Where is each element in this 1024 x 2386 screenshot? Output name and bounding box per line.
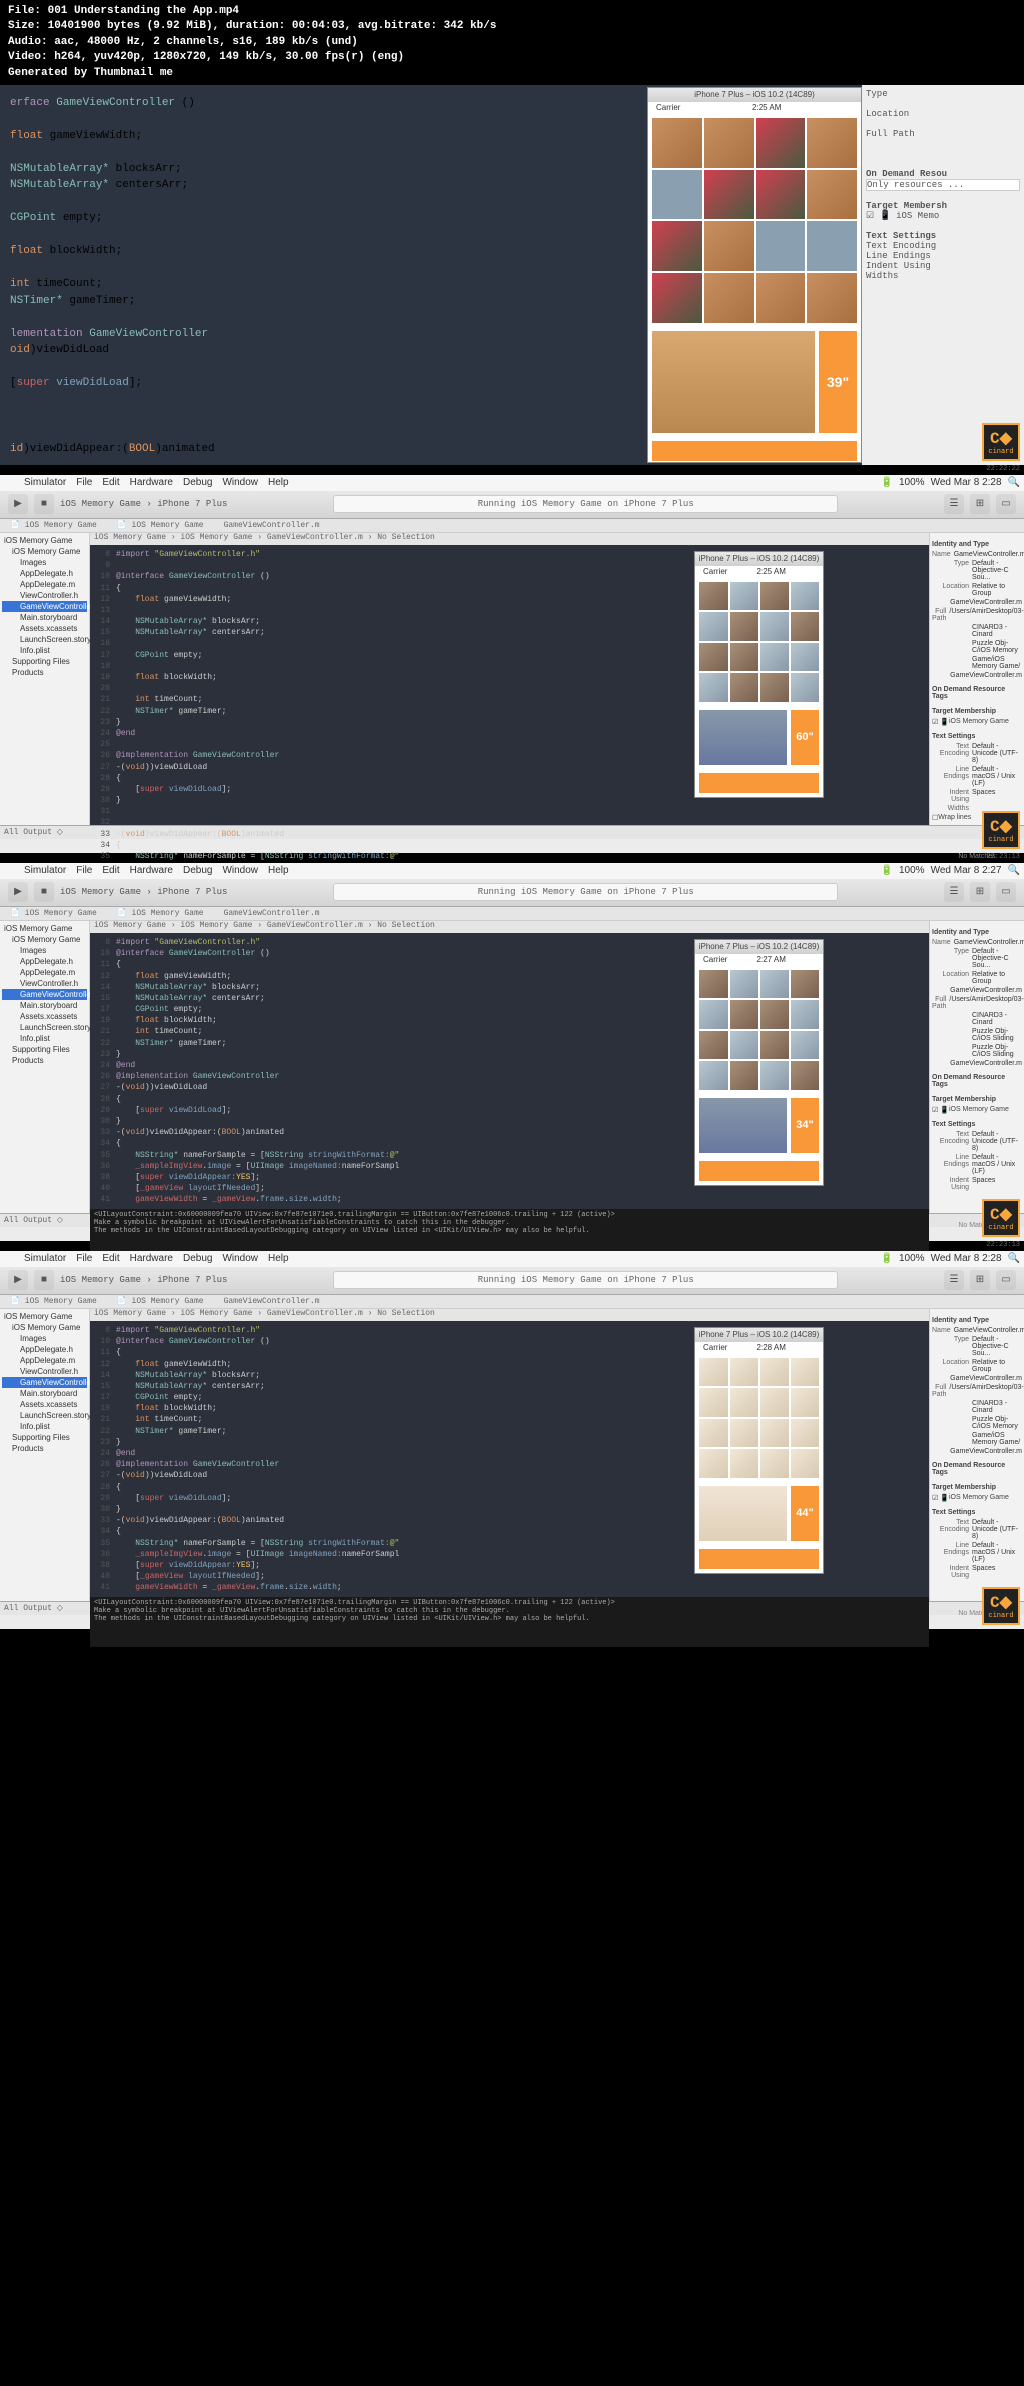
video-line: Video: h264, yuv420p, 1280x720, 149 kb/s… — [8, 50, 1016, 65]
nav-file[interactable]: Info.plist — [2, 645, 87, 656]
nav-folder[interactable]: Supporting Files — [2, 656, 87, 667]
nav-file[interactable]: Main.storyboard — [2, 612, 87, 623]
project-navigator[interactable]: iOS Memory Game iOS Memory Game Images A… — [0, 533, 90, 825]
ios-simulator: iPhone 7 Plus – iOS 10.2 (14C89) Carrier… — [647, 87, 862, 463]
menu-sim[interactable]: Simulator — [24, 477, 66, 488]
nav-project[interactable]: iOS Memory Game — [2, 535, 87, 546]
nav-file[interactable]: Assets.xcassets — [2, 623, 87, 634]
nav-file-selected[interactable]: GameViewController.m — [2, 601, 87, 612]
file-inspector: Identity and Type NameGameViewController… — [929, 533, 1024, 825]
generated-line: Generated by Thumbnail me — [8, 66, 1016, 81]
inspector-panel: Type Location Full Path On Demand Resou … — [862, 85, 1024, 465]
tile[interactable] — [652, 273, 702, 323]
nav-group[interactable]: iOS Memory Game — [2, 546, 87, 557]
puzzle-grid[interactable] — [648, 114, 861, 327]
tab[interactable]: 📄 iOS Memory Game — [107, 519, 214, 532]
nav-file[interactable]: AppDelegate.h — [2, 568, 87, 579]
tab[interactable]: 📄 iOS Memory Game — [0, 519, 107, 532]
cinard-logo: C◆ cinard — [982, 423, 1020, 461]
nav-folder[interactable]: Images — [2, 557, 87, 568]
menu-hardware[interactable]: Hardware — [130, 477, 173, 488]
action-button[interactable] — [652, 441, 857, 461]
tile[interactable] — [704, 221, 754, 271]
thumbnail-4: SimulatorFileEditHardwareDebugWindowHelp… — [0, 1251, 1024, 1629]
editor-path[interactable]: iOS Memory Game › iOS Memory Game › Game… — [90, 533, 929, 545]
search-icon[interactable]: 🔍 — [1008, 477, 1020, 488]
menu-window[interactable]: Window — [222, 477, 258, 488]
editor-mode-icon[interactable]: ⊞ — [970, 494, 990, 514]
menu-file[interactable]: File — [76, 477, 92, 488]
tile-empty[interactable] — [807, 221, 857, 271]
tile[interactable] — [652, 118, 702, 168]
tile[interactable] — [704, 118, 754, 168]
editor-mode-icon[interactable]: ☰ — [944, 494, 964, 514]
tile[interactable] — [704, 273, 754, 323]
tab[interactable]: GameViewController.m — [214, 519, 330, 532]
menu-edit[interactable]: Edit — [102, 477, 119, 488]
audio-line: Audio: aac, 48000 Hz, 2 channels, s16, 1… — [8, 35, 1016, 50]
sim-statusbar: Carrier2:25 AM — [648, 102, 861, 114]
tile[interactable] — [652, 221, 702, 271]
sample-image — [699, 710, 787, 765]
nav-file[interactable]: LaunchScreen.storyboard — [2, 634, 87, 645]
nav-folder[interactable]: Products — [2, 667, 87, 678]
tile[interactable] — [756, 273, 806, 323]
tile[interactable] — [807, 118, 857, 168]
thumbnail-3: SimulatorFileEditHardwareDebugWindowHelp… — [0, 863, 1024, 1241]
tile[interactable] — [704, 170, 754, 220]
tile[interactable] — [807, 170, 857, 220]
xcode-toolbar: ▶ ■ iOS Memory Game › iPhone 7 Plus Runn… — [0, 491, 1024, 519]
run-button[interactable]: ▶ — [8, 494, 28, 514]
code-editor: erface GameViewController () float gameV… — [0, 85, 647, 465]
tab-bar: 📄 iOS Memory Game 📄 iOS Memory Game Game… — [0, 519, 1024, 533]
battery-icon: 🔋 — [881, 477, 893, 488]
size-line: Size: 10401900 bytes (9.92 MiB), duratio… — [8, 19, 1016, 34]
video-metadata-header: File: 001 Understanding the App.mp4 Size… — [0, 0, 1024, 85]
ios-simulator: iPhone 7 Plus – iOS 10.2 (14C89) Carrier… — [694, 551, 824, 798]
thumbnail-2: Simulator File Edit Hardware Debug Windo… — [0, 475, 1024, 853]
menu-help[interactable]: Help — [268, 477, 289, 488]
score-area: 39" — [648, 327, 861, 437]
nav-file[interactable]: AppDelegate.m — [2, 579, 87, 590]
stop-button[interactable]: ■ — [34, 494, 54, 514]
cinard-logo: C◆ cinard — [982, 811, 1020, 849]
tile-empty[interactable] — [756, 221, 806, 271]
macos-menubar[interactable]: SimulatorFileEditHardwareDebugWindowHelp… — [0, 863, 1024, 879]
clock: Wed Mar 8 2:28 — [931, 477, 1002, 488]
tile-empty[interactable] — [652, 170, 702, 220]
tile[interactable] — [807, 273, 857, 323]
toggle-panel-icon[interactable]: ▭ — [996, 494, 1016, 514]
code-editor[interactable]: iOS Memory Game › iOS Memory Game › Game… — [90, 533, 929, 825]
sim-titlebar: iPhone 7 Plus – iOS 10.2 (14C89) — [648, 88, 861, 102]
thumbnail-1: erface GameViewController () float gameV… — [0, 85, 1024, 465]
menu-debug[interactable]: Debug — [183, 477, 212, 488]
nav-file[interactable]: ViewController.h — [2, 590, 87, 601]
file-line: File: 001 Understanding the App.mp4 — [8, 4, 1016, 19]
tile[interactable] — [756, 170, 806, 220]
activity-status: Running iOS Memory Game on iPhone 7 Plus — [333, 495, 838, 513]
timer-score: 39" — [819, 331, 857, 433]
macos-menubar[interactable]: Simulator File Edit Hardware Debug Windo… — [0, 475, 1024, 491]
scheme-selector[interactable]: iOS Memory Game › iPhone 7 Plus — [60, 499, 227, 509]
sample-image — [652, 331, 815, 433]
tile[interactable] — [756, 118, 806, 168]
